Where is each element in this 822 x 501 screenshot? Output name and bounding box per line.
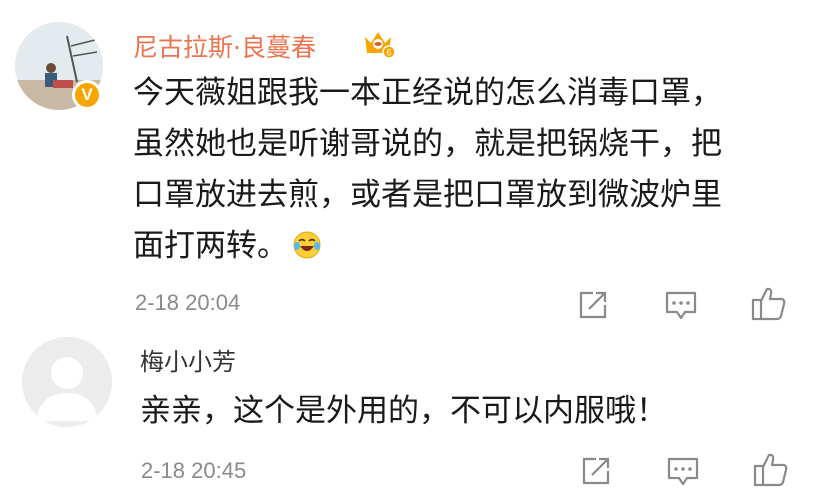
crown-badge-icon[interactable]: 6 <box>361 27 395 59</box>
like-icon[interactable] <box>752 451 790 489</box>
default-avatar-icon <box>22 337 112 427</box>
comment-text-line: 虽然她也是听谢哥说的，就是把锅烧干，把 <box>133 126 722 162</box>
share-icon[interactable] <box>580 455 612 487</box>
avatar[interactable] <box>22 337 112 427</box>
timestamp: 2-18 20:45 <box>141 458 247 483</box>
comment-text-line: 今天薇姐跟我一本正经说的怎么消毒口罩， <box>133 75 722 111</box>
comment-text-line-text: 面打两转。 <box>133 228 288 264</box>
comment-icon[interactable] <box>664 289 698 321</box>
comment-text: 今天薇姐跟我一本正经说的怎么消毒口罩， 虽然她也是听谢哥说的，就是把锅烧干，把 … <box>133 68 803 272</box>
svg-text:6: 6 <box>386 48 391 58</box>
comment-text: 亲亲，这个是外用的，不可以内服哦！ <box>140 393 667 429</box>
comment-text-line: 面打两转。 <box>133 221 803 272</box>
comment-icon[interactable] <box>666 455 700 487</box>
username[interactable]: 尼古拉斯·良蔓春 <box>133 28 316 64</box>
share-icon[interactable] <box>577 289 609 321</box>
like-icon[interactable] <box>750 285 788 323</box>
verified-badge-icon: V <box>72 80 102 110</box>
comment-text-line: 口罩放进去煎，或者是把口罩放到微波炉里 <box>133 177 722 213</box>
laughing-emoji-icon <box>293 231 321 259</box>
username[interactable]: 梅小小芳 <box>140 342 236 377</box>
timestamp: 2-18 20:04 <box>135 290 241 315</box>
